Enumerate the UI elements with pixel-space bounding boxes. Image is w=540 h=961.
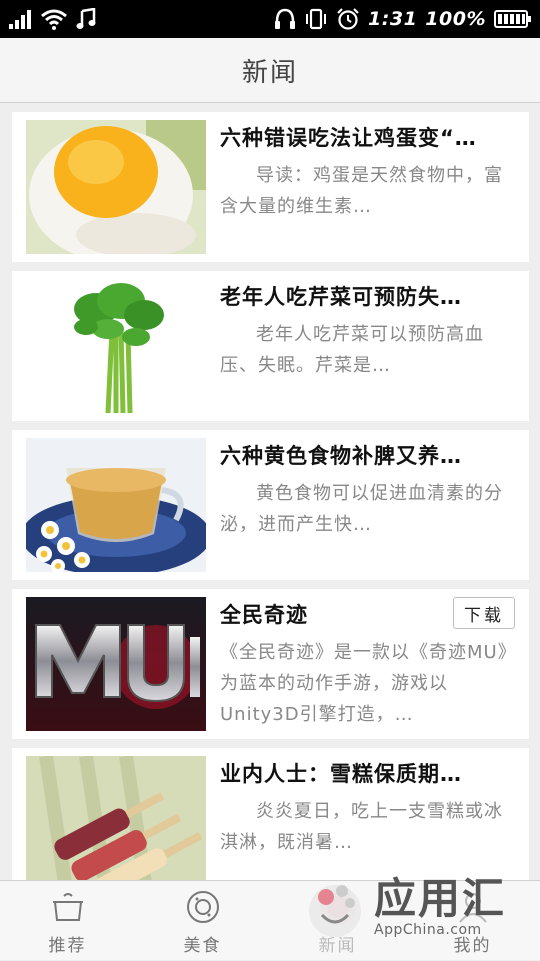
plate-icon: [185, 887, 221, 927]
app-header: 新闻: [0, 38, 540, 103]
news-thumbnail-tea: [26, 438, 206, 572]
signal-icon: [8, 9, 32, 29]
news-thumbnail-celery: [26, 279, 206, 413]
news-title: 业内人士：雪糕保质期…: [220, 762, 462, 786]
battery-percent: 100%: [425, 8, 486, 30]
news-summary: 黄色食物可以促进血清素的分泌，进而产生快…: [220, 483, 503, 535]
pot-icon: [51, 887, 85, 927]
wifi-icon: [40, 8, 68, 30]
music-note-icon: [76, 8, 96, 30]
status-time: 1:31: [368, 8, 418, 30]
news-item[interactable]: 六种错误吃法让鸡蛋变“… 导读：鸡蛋是天然食物中，富含大量的维生素…: [12, 112, 529, 262]
app-icon-thumbnail: [26, 597, 206, 731]
status-bar: 1:31 100%: [0, 0, 540, 38]
watermark-logo-icon: [302, 875, 368, 941]
news-thumbnail-egg: [26, 120, 206, 254]
download-button[interactable]: 下载: [453, 597, 515, 629]
vibrate-icon: [304, 8, 328, 30]
alarm-icon: [336, 7, 360, 31]
news-item[interactable]: 老年人吃芹菜可预防失… 老年人吃芹菜可以预防高血压、失眠。芹菜是…: [12, 271, 529, 421]
watermark-domain: AppChina.com: [374, 922, 482, 938]
news-thumbnail-icecream: [26, 756, 206, 890]
news-summary: 炎炎夏日，吃上一支雪糕或冰淇淋，既消暑…: [220, 801, 503, 853]
tab-food[interactable]: 美食: [135, 881, 270, 961]
headphone-icon: [274, 8, 296, 30]
page-title: 新闻: [241, 57, 298, 88]
tab-label: 美食: [183, 936, 222, 956]
news-title: 老年人吃芹菜可预防失…: [220, 285, 462, 309]
battery-icon: [494, 9, 532, 29]
news-summary: 老年人吃芹菜可以预防高血压、失眠。芹菜是…: [220, 324, 484, 376]
ad-item[interactable]: 全民奇迹 下载 《全民奇迹》是一款以《奇迹MU》为蓝本的动作手游，游戏以Unit…: [12, 589, 529, 739]
news-list[interactable]: 六种错误吃法让鸡蛋变“… 导读：鸡蛋是天然食物中，富含大量的维生素… 老年人吃芹…: [12, 112, 529, 907]
tab-recommend[interactable]: 推荐: [0, 881, 135, 961]
news-title: 六种错误吃法让鸡蛋变“…: [220, 126, 477, 150]
appchina-watermark: 应用汇 AppChina.com: [302, 868, 532, 948]
tab-label: 推荐: [48, 936, 87, 956]
news-summary: 导读：鸡蛋是天然食物中，富含大量的维生素…: [220, 165, 503, 217]
watermark-brand: 应用汇: [374, 874, 507, 923]
app-description: 《全民奇迹》是一款以《奇迹MU》为蓝本的动作手游，游戏以Unity3D引擎打造，…: [220, 642, 508, 725]
news-title: 六种黄色食物补脾又养…: [220, 444, 462, 468]
news-item[interactable]: 六种黄色食物补脾又养… 黄色食物可以促进血清素的分泌，进而产生快…: [12, 430, 529, 580]
